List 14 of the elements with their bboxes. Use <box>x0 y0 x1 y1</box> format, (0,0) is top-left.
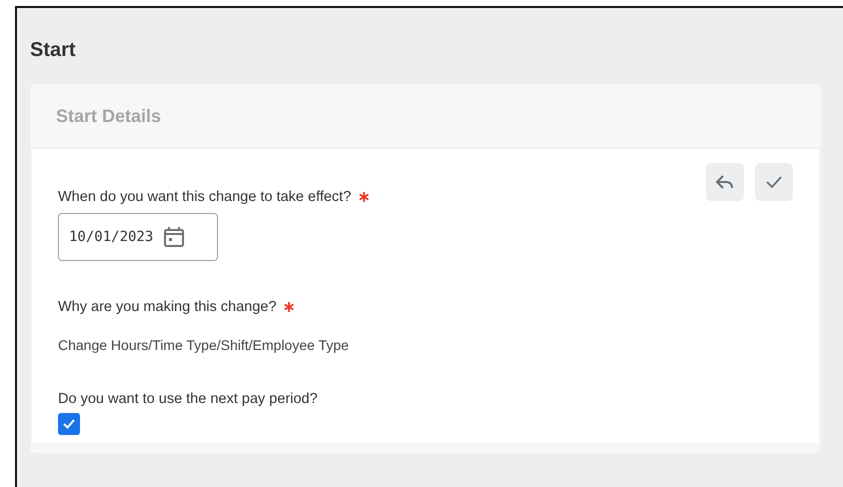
checkbox[interactable] <box>58 413 80 435</box>
reply-icon <box>716 174 734 190</box>
field-label: Do you want to use the next pay period? <box>58 391 318 407</box>
check-icon <box>766 176 782 188</box>
field-label: When do you want this change to take effect? <box>58 189 352 205</box>
field-value: Change Hours/Time Type/Shift/Employee Type <box>58 337 349 353</box>
undo-button[interactable] <box>706 163 744 201</box>
calendar-icon <box>163 226 186 248</box>
field-label: Why are you making this change? <box>58 299 276 315</box>
card-title: Start Details <box>56 106 162 126</box>
confirm-button[interactable] <box>755 163 793 201</box>
date-field[interactable]: 10/01/2023 <box>58 213 218 261</box>
page-title: Start <box>30 39 77 62</box>
check-icon <box>63 419 75 429</box>
